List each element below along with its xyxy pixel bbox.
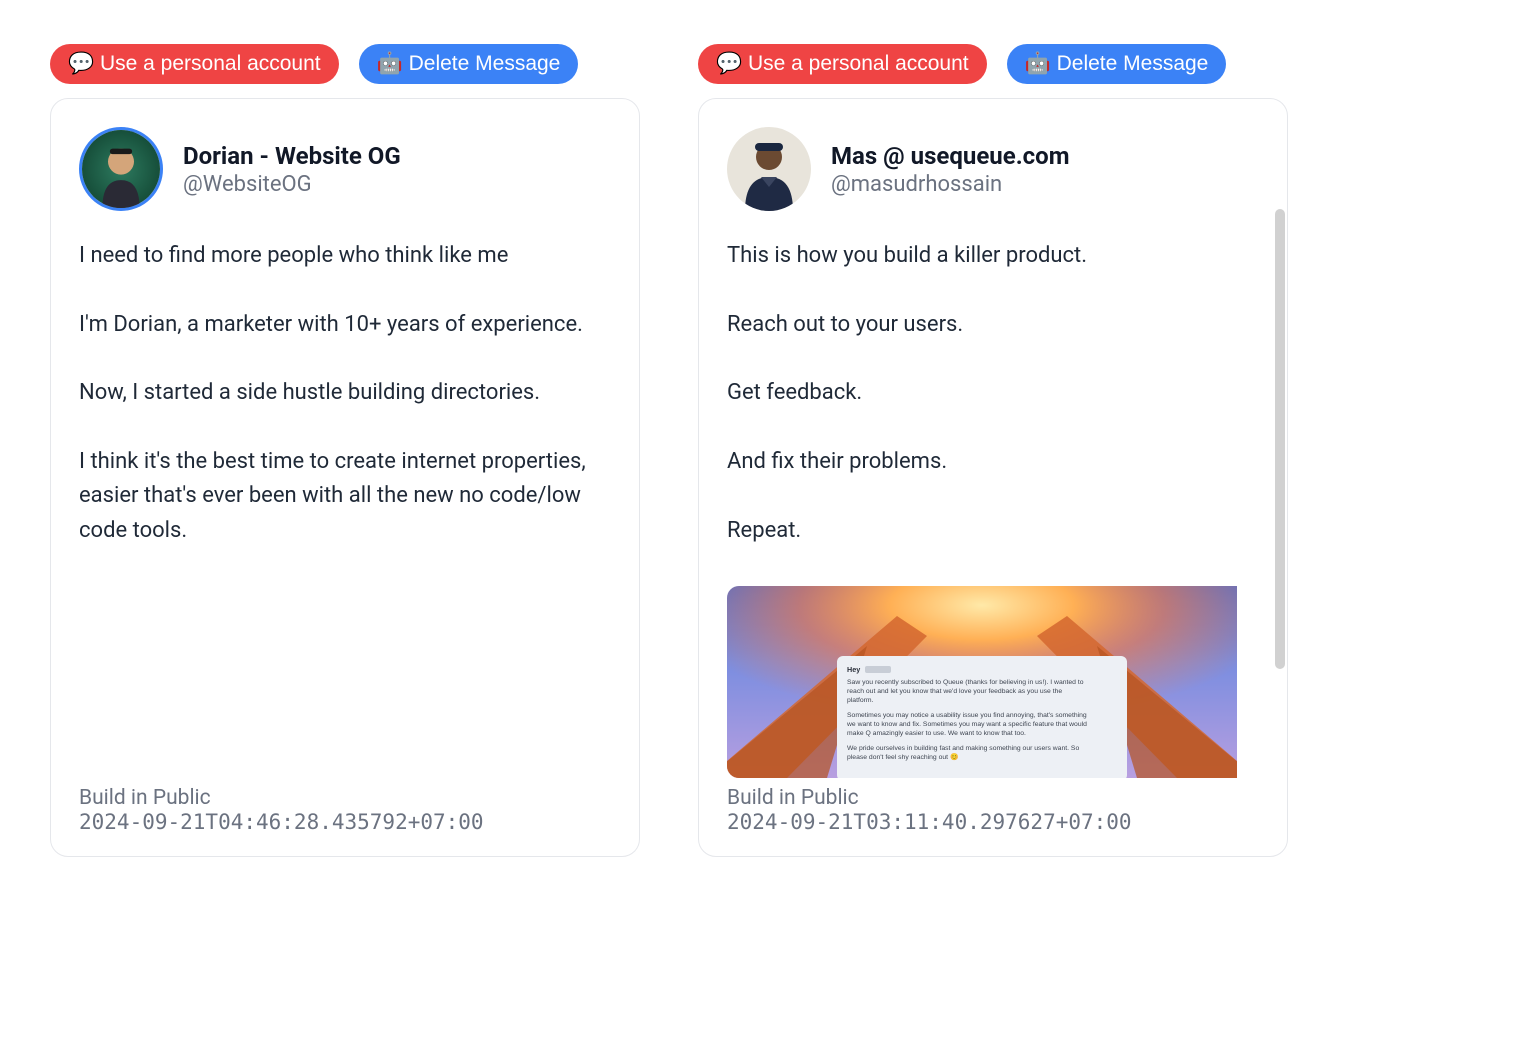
card-wrapper-2: 💬 Use a personal account 🤖 Delete Messag… — [698, 44, 1288, 857]
message-body: This is how you build a killer product. … — [727, 239, 1259, 548]
message-card: Mas @ usequeue.com @masudrhossain This i… — [698, 98, 1288, 857]
user-info: Dorian - Website OG @WebsiteOG — [183, 142, 401, 197]
display-name: Dorian - Website OG — [183, 142, 401, 170]
cards-container: 💬 Use a personal account 🤖 Delete Messag… — [50, 44, 1468, 857]
card-wrapper-1: 💬 Use a personal account 🤖 Delete Messag… — [50, 44, 640, 857]
svg-text:Sometimes you may notice a usa: Sometimes you may notice a usability iss… — [847, 712, 1087, 719]
timestamp: 2024-09-21T04:46:28.435792+07:00 — [79, 810, 611, 834]
use-personal-account-button[interactable]: 💬 Use a personal account — [50, 44, 339, 84]
embedded-image[interactable]: Hey Saw you recently subscribed to Queue… — [727, 586, 1259, 778]
card-footer: Build in Public 2024-09-21T04:46:28.4357… — [79, 786, 611, 834]
delete-message-button[interactable]: 🤖 Delete Message — [359, 44, 579, 84]
card-header: Dorian - Website OG @WebsiteOG — [79, 127, 611, 211]
footer-label: Build in Public — [727, 786, 1259, 810]
svg-text:Saw you recently subscribed to: Saw you recently subscribed to Queue (th… — [847, 679, 1084, 686]
card-footer: Build in Public 2024-09-21T03:11:40.2976… — [727, 786, 1259, 834]
svg-text:Hey: Hey — [847, 665, 860, 674]
card-header: Mas @ usequeue.com @masudrhossain — [727, 127, 1259, 211]
user-info: Mas @ usequeue.com @masudrhossain — [831, 142, 1070, 197]
scrollbar-thumb[interactable] — [1275, 209, 1285, 669]
use-personal-account-button[interactable]: 💬 Use a personal account — [698, 44, 987, 84]
username: @WebsiteOG — [183, 172, 401, 197]
avatar[interactable] — [79, 127, 163, 211]
svg-text:We pride ourselves in building: We pride ourselves in building fast and … — [847, 745, 1079, 752]
message-body: I need to find more people who think lik… — [79, 239, 611, 548]
buttons-row: 💬 Use a personal account 🤖 Delete Messag… — [698, 44, 1288, 84]
svg-text:we want to know and fix. Somet: we want to know and fix. Sometimes you m… — [846, 721, 1087, 728]
svg-text:reach out and let you know tha: reach out and let you know that we'd lov… — [847, 688, 1062, 695]
username: @masudrhossain — [831, 172, 1070, 197]
footer-label: Build in Public — [79, 786, 611, 810]
delete-message-button[interactable]: 🤖 Delete Message — [1007, 44, 1227, 84]
timestamp: 2024-09-21T03:11:40.297627+07:00 — [727, 810, 1259, 834]
buttons-row: 💬 Use a personal account 🤖 Delete Messag… — [50, 44, 640, 84]
avatar[interactable] — [727, 127, 811, 211]
svg-text:please don't feel shy reaching: please don't feel shy reaching out 😊 — [847, 753, 958, 761]
display-name: Mas @ usequeue.com — [831, 142, 1070, 170]
svg-text:make Q amazingly easier to use: make Q amazingly easier to use. We want … — [847, 730, 1026, 737]
svg-text:platform.: platform. — [847, 697, 874, 704]
message-card: Dorian - Website OG @WebsiteOG I need to… — [50, 98, 640, 857]
